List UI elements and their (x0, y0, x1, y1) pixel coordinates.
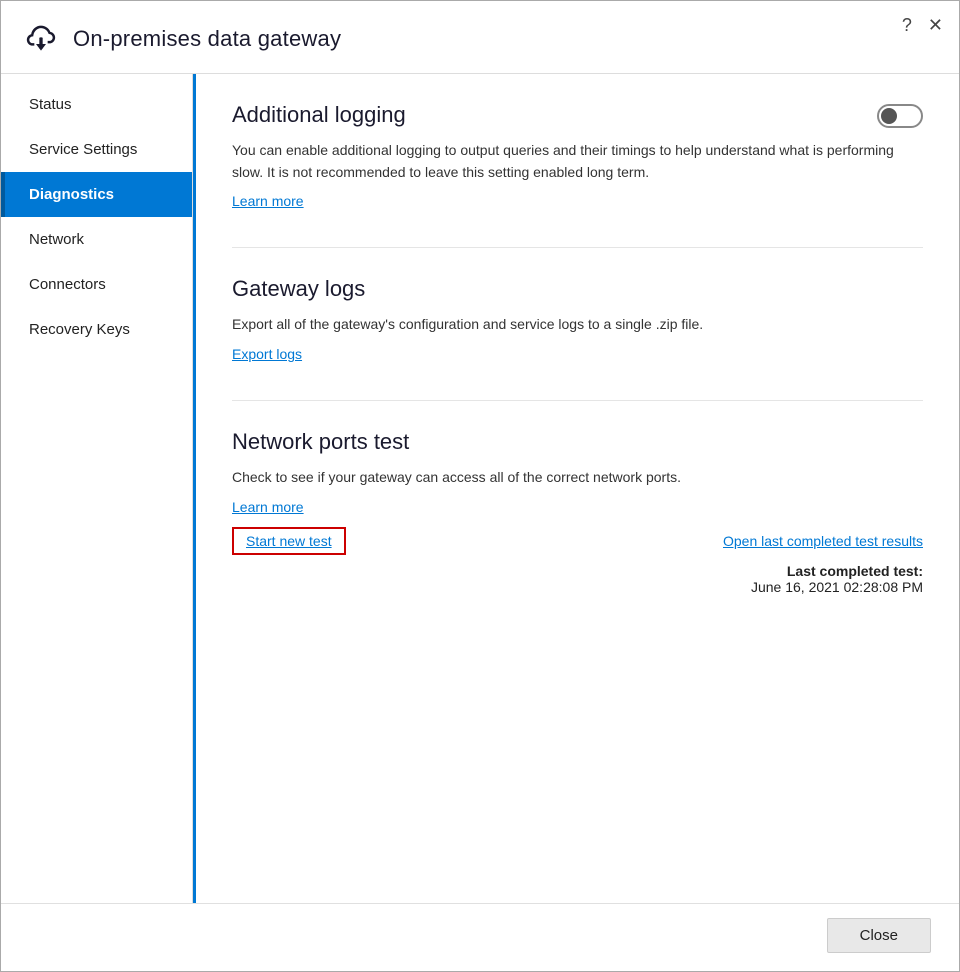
open-results-link[interactable]: Open last completed test results (723, 533, 923, 549)
sidebar-item-status[interactable]: Status (1, 82, 192, 127)
footer: Close (1, 903, 959, 971)
window-controls: ? ✕ (902, 15, 943, 36)
additional-logging-learn-more[interactable]: Learn more (232, 193, 304, 209)
sidebar-item-network[interactable]: Network (1, 217, 192, 262)
toggle-knob (881, 108, 897, 124)
additional-logging-header: Additional logging (232, 102, 923, 140)
close-window-button[interactable]: ✕ (928, 15, 943, 36)
gateway-logs-section: Gateway logs Export all of the gateway's… (232, 276, 923, 364)
help-button[interactable]: ? (902, 15, 912, 36)
divider-1 (232, 247, 923, 248)
start-new-test-button[interactable]: Start new test (232, 527, 346, 555)
additional-logging-section: Additional logging You can enable additi… (232, 102, 923, 211)
last-completed-label: Last completed test: (787, 563, 923, 579)
network-ports-test-section: Network ports test Check to see if your … (232, 429, 923, 595)
additional-logging-description: You can enable additional logging to out… (232, 140, 912, 183)
sidebar-item-diagnostics[interactable]: Diagnostics (1, 172, 192, 217)
window-title: On-premises data gateway (73, 26, 341, 52)
sidebar-item-recovery-keys[interactable]: Recovery Keys (1, 307, 192, 352)
last-completed-date: June 16, 2021 02:28:08 PM (751, 579, 923, 595)
sidebar-item-service-settings[interactable]: Service Settings (1, 127, 192, 172)
toggle-track (877, 104, 923, 128)
close-button[interactable]: Close (827, 918, 931, 953)
divider-2 (232, 400, 923, 401)
sidebar-item-connectors[interactable]: Connectors (1, 262, 192, 307)
network-ports-learn-more[interactable]: Learn more (232, 499, 923, 515)
network-ports-test-title: Network ports test (232, 429, 923, 455)
app-icon (21, 19, 61, 59)
additional-logging-toggle[interactable] (877, 104, 923, 128)
main-content: Additional logging You can enable additi… (193, 74, 959, 903)
title-bar: On-premises data gateway ? ✕ (1, 1, 959, 74)
gateway-logs-title: Gateway logs (232, 276, 923, 302)
sidebar: Status Service Settings Diagnostics Netw… (1, 74, 193, 903)
last-completed-info: Last completed test: June 16, 2021 02:28… (232, 563, 923, 595)
export-logs-link[interactable]: Export logs (232, 346, 302, 362)
additional-logging-title: Additional logging (232, 102, 923, 128)
main-window: On-premises data gateway ? ✕ Status Serv… (0, 0, 960, 972)
content-area: Status Service Settings Diagnostics Netw… (1, 74, 959, 903)
test-actions-row: Start new test Open last completed test … (232, 527, 923, 555)
gateway-logs-description: Export all of the gateway's configuratio… (232, 314, 912, 336)
network-ports-test-description: Check to see if your gateway can access … (232, 467, 912, 489)
